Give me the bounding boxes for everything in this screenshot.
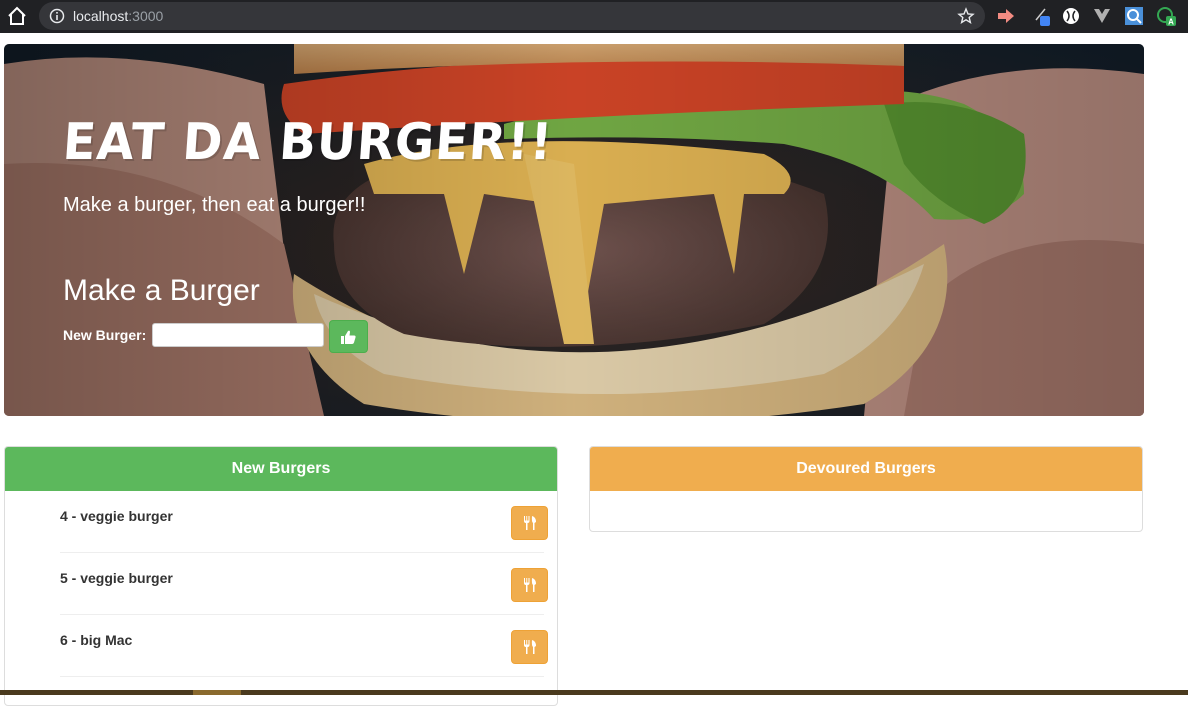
url-port: :3000 [128, 8, 164, 24]
hero-title: Eat Da Burger!! [60, 112, 555, 172]
extension-search-icon[interactable] [1124, 6, 1144, 26]
submit-burger-button[interactable] [329, 320, 368, 353]
devoured-burgers-panel: Devoured Burgers [589, 446, 1143, 532]
new-burger-input[interactable] [152, 323, 324, 347]
devour-button[interactable] [511, 630, 548, 664]
bottom-scroll-strip [0, 690, 1188, 695]
list-item: 4 - veggie burger [60, 491, 548, 553]
browser-toolbar: localhost:3000 A [0, 0, 1188, 33]
address-bar[interactable]: localhost:3000 [39, 2, 985, 30]
burger-label: 5 - veggie burger [60, 570, 173, 586]
extension-vue-icon[interactable] [1092, 6, 1112, 26]
extension-account-icon[interactable]: A [1156, 6, 1176, 26]
svg-text:A: A [1168, 18, 1174, 27]
devoured-burgers-heading: Devoured Burgers [590, 447, 1142, 491]
thumbs-up-icon [341, 330, 356, 344]
burger-background-image [4, 44, 1144, 416]
new-burgers-list: 4 - veggie burger 5 - veggie burger 6 - … [5, 491, 557, 677]
hero-jumbotron: Eat Da Burger!! Make a burger, then eat … [4, 44, 1144, 416]
url-text: localhost:3000 [73, 8, 163, 24]
cutlery-icon [524, 578, 536, 592]
scroll-thumb[interactable] [193, 690, 241, 695]
new-burger-label: New Burger: [63, 327, 147, 343]
make-burger-heading: Make a Burger [63, 274, 260, 307]
url-host: localhost [73, 8, 129, 24]
devour-button[interactable] [511, 506, 548, 540]
home-icon[interactable] [6, 5, 28, 27]
bookmark-star-icon[interactable] [957, 7, 975, 25]
extension-pen-icon[interactable] [1032, 6, 1052, 26]
cutlery-icon [524, 516, 536, 530]
extension-ball-icon[interactable] [1061, 6, 1081, 26]
list-item: 6 - big Mac [60, 615, 548, 677]
extension-arrow-icon[interactable] [996, 6, 1016, 26]
new-burgers-panel: New Burgers 4 - veggie burger 5 - veggie… [4, 446, 558, 706]
list-item: 5 - veggie burger [60, 553, 548, 615]
new-burgers-heading: New Burgers [5, 447, 557, 491]
hero-subtitle: Make a burger, then eat a burger!! [63, 194, 366, 216]
devour-button[interactable] [511, 568, 548, 602]
cutlery-icon [524, 640, 536, 654]
burger-label: 4 - veggie burger [60, 508, 173, 524]
info-icon[interactable] [49, 8, 65, 24]
burger-label: 6 - big Mac [60, 632, 133, 648]
